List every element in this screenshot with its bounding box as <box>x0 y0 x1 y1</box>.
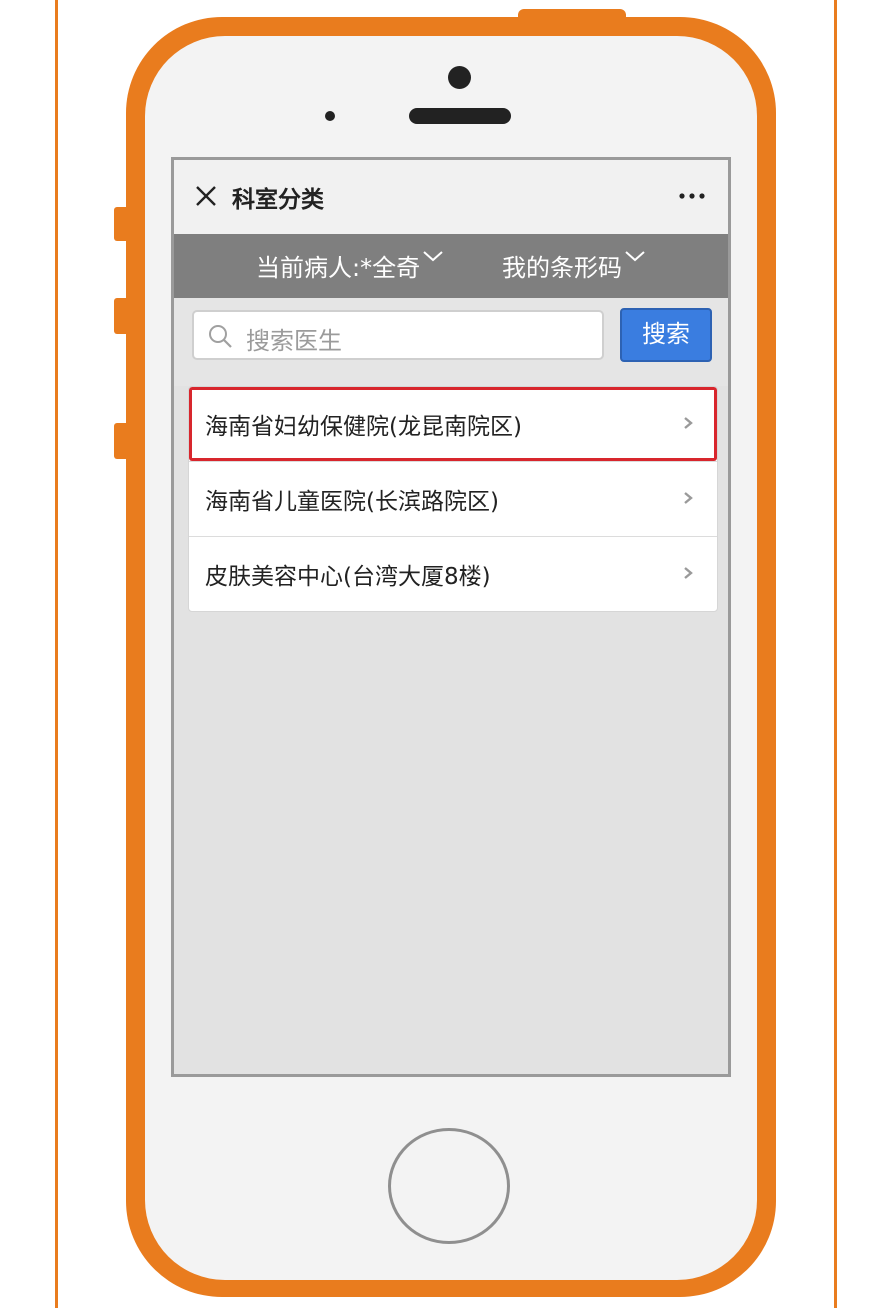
list-item[interactable]: 海南省妇幼保健院(龙昆南院区) <box>189 387 717 461</box>
chevron-right-icon <box>684 567 693 579</box>
barcode-selector[interactable]: 我的条形码 <box>502 248 646 283</box>
hospital-name: 海南省妇幼保健院(龙昆南院区) <box>205 414 522 440</box>
chevron-right-icon <box>684 492 693 504</box>
patient-label: 当前病人:*全奇 <box>256 254 421 282</box>
search-area: 搜索医生 搜索 <box>174 298 728 386</box>
chevron-down-icon <box>423 251 443 262</box>
phone-camera <box>448 66 471 89</box>
barcode-label: 我的条形码 <box>502 254 622 282</box>
hospital-name: 皮肤美容中心(台湾大厦8楼) <box>205 564 491 590</box>
list-item[interactable]: 海南省儿童医院(长滨路院区) <box>189 461 717 536</box>
chevron-down-icon <box>625 251 645 262</box>
search-button[interactable]: 搜索 <box>620 308 712 362</box>
app-screen: 科室分类 当前病人:*全奇 我的条形码 搜索医生 搜索 海南省妇幼保健院(龙昆南… <box>171 157 731 1077</box>
frame-line-right <box>834 0 837 1308</box>
close-icon[interactable] <box>194 184 218 208</box>
search-input[interactable]: 搜索医生 <box>192 310 604 360</box>
hospital-name: 海南省儿童医院(长滨路院区) <box>205 489 499 515</box>
chevron-right-icon <box>684 417 693 429</box>
page-title: 科室分类 <box>232 187 324 213</box>
phone-home-button <box>388 1128 510 1244</box>
patient-selector[interactable]: 当前病人:*全奇 <box>256 248 444 283</box>
more-icon[interactable] <box>676 182 708 210</box>
list-item[interactable]: 皮肤美容中心(台湾大厦8楼) <box>189 536 717 611</box>
hospital-list: 海南省妇幼保健院(龙昆南院区) 海南省儿童医院(长滨路院区) 皮肤美容中心(台湾… <box>188 386 718 612</box>
title-bar: 科室分类 <box>174 160 728 234</box>
phone-speaker <box>409 108 511 124</box>
search-placeholder: 搜索医生 <box>246 327 342 355</box>
search-icon <box>209 325 232 348</box>
frame-line-left <box>55 0 58 1308</box>
phone-sensor <box>325 111 335 121</box>
patient-bar: 当前病人:*全奇 我的条形码 <box>174 234 728 298</box>
